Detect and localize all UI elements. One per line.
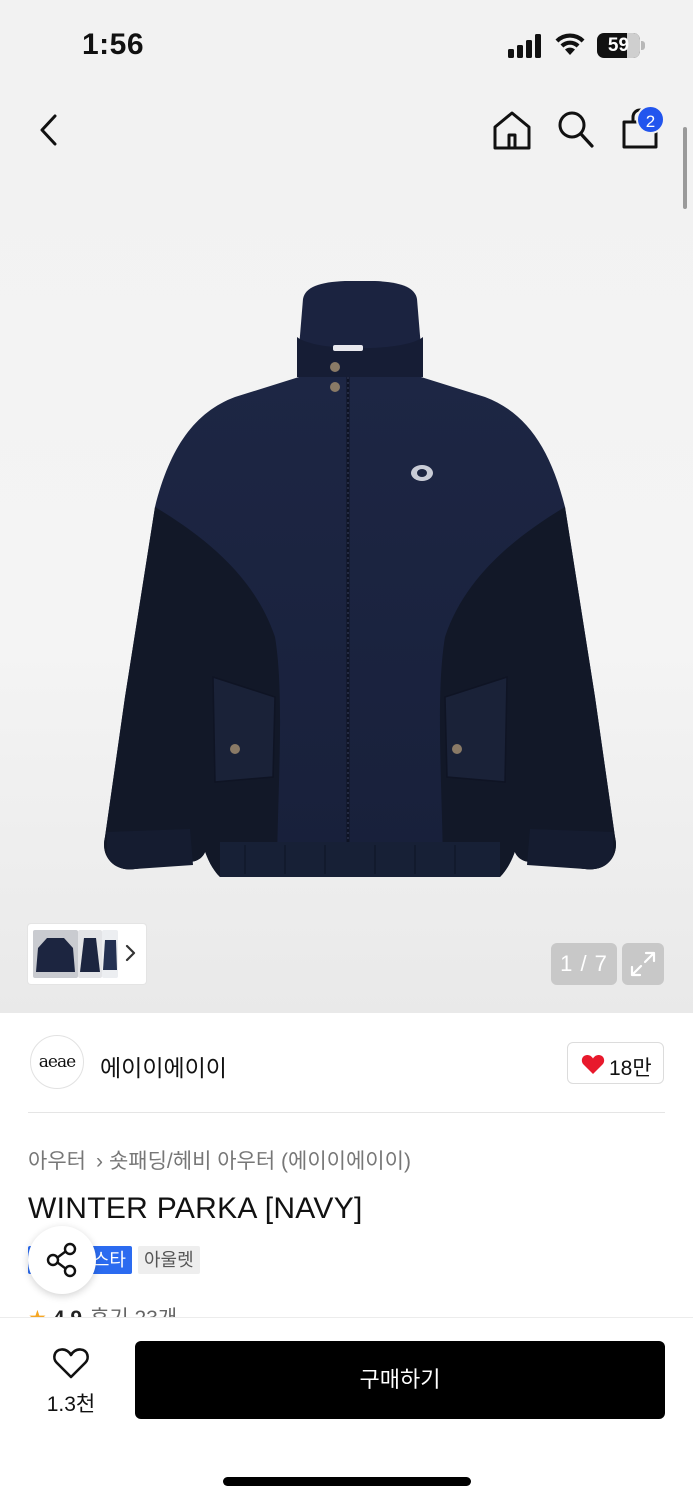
chevron-right-icon[interactable] <box>121 938 141 968</box>
brand-row[interactable]: aeae 에이이에이이 18만 <box>0 1013 693 1113</box>
cart-count-badge: 2 <box>636 105 665 134</box>
heart-filled-icon <box>581 1054 605 1074</box>
search-icon[interactable] <box>555 108 595 150</box>
home-indicator <box>223 1477 471 1486</box>
status-time: 1:56 <box>82 28 145 61</box>
section-divider <box>28 1112 665 1113</box>
product-image-jacket[interactable] <box>45 277 655 897</box>
thumbnail-strip[interactable] <box>28 924 146 984</box>
expand-icon[interactable] <box>622 943 664 985</box>
battery-icon: 59 <box>597 33 645 58</box>
product-title: WINTER PARKA [NAVY] <box>28 1192 363 1225</box>
image-page-counter: 1 / 7 <box>551 943 617 985</box>
signal-icon <box>508 34 544 58</box>
scroll-indicator <box>683 127 687 209</box>
breadcrumb-item-2[interactable]: 숏패딩/헤비 아우터 (에이이에이이) <box>109 1150 411 1173</box>
brand-like-count: 18만 <box>609 1057 652 1080</box>
brand-logo[interactable]: aeae <box>30 1035 84 1089</box>
heart-outline-icon <box>53 1348 89 1379</box>
breadcrumb: 아우터 › 숏패딩/헤비 아우터 (에이이에이이) <box>28 1145 411 1175</box>
brand-name[interactable]: 에이이에이이 <box>100 1049 227 1083</box>
share-icon <box>46 1242 77 1278</box>
battery-percent: 59 <box>607 35 630 56</box>
back-chevron-icon[interactable] <box>30 110 70 150</box>
share-button[interactable] <box>28 1226 96 1294</box>
wishlist-button[interactable]: 1.3천 <box>28 1342 114 1420</box>
tag-outlet: 아울렛 <box>138 1246 200 1274</box>
status-bar: 1:56 59 <box>0 0 693 92</box>
thumbnail-1[interactable] <box>33 930 78 978</box>
breadcrumb-separator-icon: › <box>95 1150 103 1173</box>
wifi-icon <box>555 33 585 55</box>
home-icon[interactable] <box>490 108 534 152</box>
product-gallery[interactable]: 2 1 / 7 <box>0 92 693 1013</box>
brand-like-button[interactable]: 18만 <box>567 1042 664 1084</box>
buy-button[interactable]: 구매하기 <box>135 1341 665 1419</box>
bottom-action-bar: 1.3천 구매하기 <box>0 1317 693 1500</box>
product-detail-screen: 1:56 59 2 1 / 7 aeae 에이이에이이 18만 아우터 › 숏패… <box>0 0 693 1500</box>
thumbnail-2[interactable] <box>78 930 102 978</box>
wishlist-count: 1.3천 <box>46 1393 96 1416</box>
breadcrumb-item-1[interactable]: 아우터 <box>28 1150 86 1173</box>
thumbnail-3[interactable] <box>102 930 118 978</box>
